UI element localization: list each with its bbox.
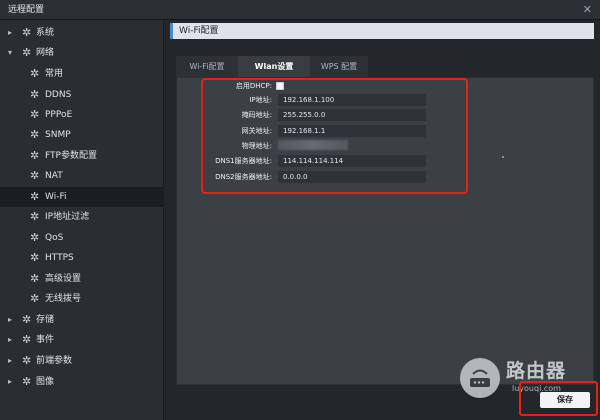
gear-icon: ✲ (30, 190, 40, 203)
sidebar-item[interactable]: ▸ ✲ 图像 (0, 372, 164, 392)
close-icon[interactable]: ✕ (583, 0, 592, 20)
chevron-right-icon[interactable]: ▸ (8, 330, 18, 350)
sidebar-item[interactable]: ✲ SNMP (0, 125, 164, 145)
gear-icon: ✲ (30, 272, 40, 285)
sidebar-item-label: Wi-Fi (45, 192, 67, 202)
gear-icon: ✲ (30, 292, 40, 305)
chevron-right-icon[interactable]: ▸ (8, 310, 18, 330)
sidebar-item[interactable]: ✲ 常用 (0, 64, 164, 84)
chevron-right-icon[interactable]: ▸ (8, 23, 18, 43)
sidebar-item-label: SNMP (45, 130, 71, 140)
gear-icon: ✲ (22, 46, 32, 59)
gear-icon: ✲ (30, 169, 40, 182)
sidebar-item-label: DDNS (45, 90, 72, 100)
sidebar-item-label: 存储 (36, 315, 55, 325)
save-button[interactable]: 保存 (540, 392, 590, 408)
gear-icon: ✲ (30, 128, 40, 141)
sidebar-item[interactable]: ✲ 高级设置 (0, 269, 164, 289)
sidebar-item-label: 图像 (36, 377, 55, 387)
tab-wps-config[interactable]: WPS 配置 (310, 56, 368, 78)
sidebar-item-label: 网络 (36, 48, 55, 58)
sidebar-item[interactable]: ▸ ✲ 前端参数 (0, 351, 164, 371)
sidebar-item-label: 常用 (45, 69, 64, 79)
sidebar-item[interactable]: ✲ FTP参数配置 (0, 146, 164, 166)
sidebar-item-label: 系统 (36, 28, 55, 38)
gear-icon: ✲ (30, 251, 40, 264)
gear-icon: ✲ (30, 88, 40, 101)
gear-icon: ✲ (22, 375, 32, 388)
gear-icon: ✲ (30, 149, 40, 162)
sidebar-item[interactable]: ▾ ✲ 网络 (0, 43, 164, 63)
sidebar-item[interactable]: ▸ ✲ 存储 (0, 310, 164, 330)
tab-wifi-config[interactable]: Wi-Fi配置 (176, 56, 238, 78)
divider-dot (502, 156, 504, 158)
sidebar-item-label: IP地址过滤 (45, 212, 90, 222)
router-icon (460, 358, 500, 398)
gear-icon: ✲ (30, 231, 40, 244)
sidebar: ▸ ✲ 系统 ▾ ✲ 网络 ✲ 常用 ✲ DDNS ✲ PPPoE ✲ SNMP ✲ FTP参数配置 ✲ NAT ✲… (0, 20, 164, 420)
form-highlight-box (201, 78, 468, 194)
gear-icon: ✲ (30, 67, 40, 80)
sidebar-item-label: 前端参数 (36, 356, 73, 366)
sidebar-item[interactable]: ✲ 无线拨号 (0, 289, 164, 309)
page-title: Wi-Fi配置 (170, 23, 594, 39)
watermark-text: 路由器 (506, 360, 567, 382)
gear-icon: ✲ (30, 108, 40, 121)
sidebar-item[interactable]: ✲ DDNS (0, 85, 164, 105)
sidebar-item[interactable]: ✲ NAT (0, 166, 164, 186)
window-title: 远程配置 (8, 5, 45, 15)
sidebar-item[interactable]: ✲ HTTPS (0, 248, 164, 268)
sidebar-item-label: FTP参数配置 (45, 151, 97, 161)
chevron-down-icon[interactable]: ▾ (8, 43, 18, 63)
sidebar-item-label: 无线拨号 (45, 294, 82, 304)
chevron-right-icon[interactable]: ▸ (8, 372, 18, 392)
sidebar-item-label: 事件 (36, 335, 55, 345)
sidebar-item-label: HTTPS (45, 253, 74, 263)
sidebar-item[interactable]: ▸ ✲ 系统 (0, 23, 164, 43)
sidebar-item-label: QoS (45, 233, 64, 243)
gear-icon: ✲ (22, 26, 32, 39)
sidebar-item[interactable]: ✲ QoS (0, 228, 164, 248)
gear-icon: ✲ (22, 313, 32, 326)
sidebar-item-label: 高级设置 (45, 274, 82, 284)
sidebar-item-label: PPPoE (45, 110, 73, 120)
chevron-right-icon[interactable]: ▸ (8, 351, 18, 371)
sidebar-item[interactable]: ▸ ✲ 事件 (0, 330, 164, 350)
tab-wlan-settings[interactable]: Wlan设置 (238, 56, 310, 78)
sidebar-item-label: NAT (45, 171, 63, 181)
gear-icon: ✲ (22, 354, 32, 367)
sidebar-item[interactable]: ✲ PPPoE (0, 105, 164, 125)
sidebar-item[interactable]: ✲ Wi-Fi (0, 187, 164, 207)
sidebar-item[interactable]: ✲ IP地址过滤 (0, 207, 164, 227)
gear-icon: ✲ (30, 210, 40, 223)
gear-icon: ✲ (22, 333, 32, 346)
window-titlebar: 远程配置 ✕ (0, 0, 600, 20)
